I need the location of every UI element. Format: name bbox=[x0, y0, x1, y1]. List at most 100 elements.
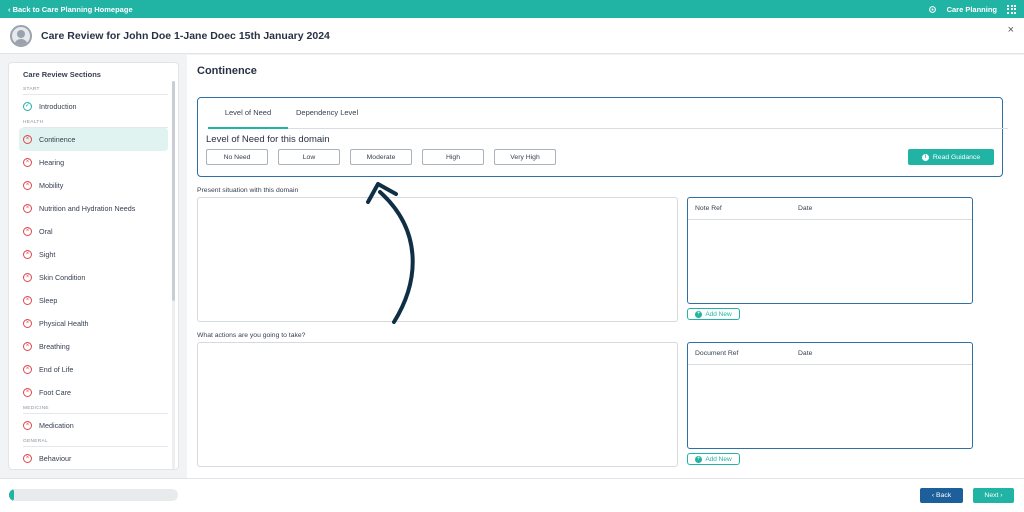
x-circle-icon: × bbox=[23, 273, 32, 282]
progress-fill bbox=[9, 489, 15, 501]
sidebar-item-continence[interactable]: × Continence bbox=[19, 128, 168, 151]
page-title: Care Review for John Doe 1-Jane Doec 15t… bbox=[41, 29, 330, 42]
level-no-need-button[interactable]: No Need bbox=[206, 149, 268, 165]
x-circle-icon: × bbox=[23, 250, 32, 259]
sidebar-item-introduction[interactable]: ✓ Introduction bbox=[19, 95, 168, 118]
tab-level-of-need[interactable]: Level of Need bbox=[208, 106, 288, 129]
sidebar-item-label: Physical Health bbox=[39, 319, 89, 328]
note-ref-header: Note Ref bbox=[695, 205, 722, 212]
sidebar-item-label: Sleep bbox=[39, 296, 58, 305]
present-situation-textarea[interactable] bbox=[197, 197, 678, 322]
sidebar-item-label: Introduction bbox=[39, 102, 77, 111]
top-bar: ‹ Back to Care Planning Homepage Care Pl… bbox=[0, 0, 1024, 18]
section-head-health: HEALTH bbox=[23, 118, 168, 128]
sidebar-item-behaviour[interactable]: × Behaviour bbox=[19, 447, 168, 469]
tab-bar: Level of Need Dependency Level bbox=[208, 106, 1008, 129]
grid-icon[interactable] bbox=[1007, 4, 1016, 14]
sidebar-item-foot-care[interactable]: × Foot Care bbox=[19, 381, 168, 404]
level-moderate-button[interactable]: Moderate bbox=[350, 149, 412, 165]
read-guidance-label: Read Guidance bbox=[932, 153, 981, 161]
sidebar-item-end-of-life[interactable]: × End of Life bbox=[19, 358, 168, 381]
x-circle-icon: × bbox=[23, 319, 32, 328]
plus-icon: + bbox=[695, 310, 703, 318]
sidebar-item-label: Skin Condition bbox=[39, 273, 86, 282]
level-options: No Need Low Moderate High Very High bbox=[206, 149, 556, 165]
level-low-button[interactable]: Low bbox=[278, 149, 340, 165]
sidebar-item-label: Behaviour bbox=[39, 454, 72, 463]
footer: ‹ Back Next › bbox=[0, 478, 1024, 512]
actions-textarea[interactable] bbox=[197, 342, 678, 467]
tab-dependency-level[interactable]: Dependency Level bbox=[288, 106, 366, 129]
sidebar-title: Care Review Sections bbox=[23, 70, 101, 79]
close-icon[interactable]: × bbox=[1008, 24, 1014, 36]
add-document-label: Add New bbox=[705, 455, 732, 463]
sidebar-item-breathing[interactable]: × Breathing bbox=[19, 335, 168, 358]
sidebar-item-hearing[interactable]: × Hearing bbox=[19, 151, 168, 174]
avatar bbox=[10, 24, 32, 47]
x-circle-icon: × bbox=[23, 181, 32, 190]
sidebar: Care Review Sections START ✓ Introduction… bbox=[8, 62, 179, 470]
x-circle-icon: × bbox=[23, 388, 32, 397]
level-of-need-panel: Level of Need Dependency Level Level of … bbox=[197, 97, 1008, 177]
note-date-header: Date bbox=[798, 205, 813, 212]
sidebar-item-label: Foot Care bbox=[39, 388, 71, 397]
level-very-high-button[interactable]: Very High bbox=[494, 149, 556, 165]
sidebar-item-sight[interactable]: × Sight bbox=[19, 243, 168, 266]
sidebar-item-label: Hearing bbox=[39, 158, 65, 167]
gear-icon[interactable] bbox=[928, 5, 937, 14]
info-icon: i bbox=[921, 153, 929, 161]
sidebar-item-medication[interactable]: × Medication bbox=[19, 414, 168, 437]
x-circle-icon: × bbox=[23, 204, 32, 213]
section-head-general: GENERAL bbox=[23, 437, 168, 447]
sidebar-scrollbar[interactable] bbox=[172, 81, 175, 301]
x-circle-icon: × bbox=[23, 296, 32, 305]
section-head-start: START bbox=[23, 85, 168, 95]
notes-table: Note Ref Date bbox=[687, 197, 973, 304]
sidebar-item-label: Mobility bbox=[39, 181, 64, 190]
notes-table-header: Note Ref Date bbox=[688, 198, 972, 220]
progress-bar bbox=[9, 489, 178, 501]
present-situation-label: Present situation with this domain bbox=[197, 187, 299, 194]
add-document-button[interactable]: + Add New bbox=[687, 453, 740, 465]
app-name: Care Planning bbox=[946, 4, 997, 14]
sidebar-item-label: Breathing bbox=[39, 342, 70, 351]
sidebar-item-skin-condition[interactable]: × Skin Condition bbox=[19, 266, 168, 289]
x-circle-icon: × bbox=[23, 342, 32, 351]
sidebar-item-label: Nutrition and Hydration Needs bbox=[39, 204, 136, 213]
x-circle-icon: × bbox=[23, 365, 32, 374]
sidebar-item-label: Sight bbox=[39, 250, 56, 259]
x-circle-icon: × bbox=[23, 158, 32, 167]
section-head-medicine: MEDICINE bbox=[23, 404, 168, 414]
sidebar-item-nutrition[interactable]: × Nutrition and Hydration Needs bbox=[19, 197, 168, 220]
add-note-label: Add New bbox=[705, 310, 732, 318]
x-circle-icon: × bbox=[23, 454, 32, 463]
documents-table-header: Document Ref Date bbox=[688, 343, 972, 365]
sidebar-item-sleep[interactable]: × Sleep bbox=[19, 289, 168, 312]
actions-label: What actions are you going to take? bbox=[197, 332, 306, 339]
level-of-need-heading: Level of Need for this domain bbox=[206, 134, 330, 145]
annotation-arrow-icon bbox=[366, 182, 415, 324]
back-button[interactable]: ‹ Back bbox=[920, 488, 963, 503]
main-panel: Continence Level of Need Dependency Leve… bbox=[187, 55, 1024, 478]
back-to-homepage-link[interactable]: ‹ Back to Care Planning Homepage bbox=[8, 5, 133, 14]
sidebar-item-physical-health[interactable]: × Physical Health bbox=[19, 312, 168, 335]
check-circle-icon: ✓ bbox=[23, 102, 32, 111]
read-guidance-button[interactable]: i Read Guidance bbox=[908, 149, 994, 165]
level-high-button[interactable]: High bbox=[422, 149, 484, 165]
x-circle-icon: × bbox=[23, 135, 32, 144]
sidebar-item-label: Continence bbox=[39, 135, 76, 144]
documents-table: Document Ref Date bbox=[687, 342, 973, 449]
next-button[interactable]: Next › bbox=[973, 488, 1014, 503]
x-circle-icon: × bbox=[23, 227, 32, 236]
add-note-button[interactable]: + Add New bbox=[687, 308, 740, 320]
sidebar-item-label: Medication bbox=[39, 421, 74, 430]
sidebar-item-oral[interactable]: × Oral bbox=[19, 220, 168, 243]
page-header: Care Review for John Doe 1-Jane Doec 15t… bbox=[0, 18, 1024, 54]
sidebar-item-label: End of Life bbox=[39, 365, 74, 374]
section-title: Continence bbox=[197, 65, 257, 77]
x-circle-icon: × bbox=[23, 421, 32, 430]
plus-icon: + bbox=[695, 455, 703, 463]
document-date-header: Date bbox=[798, 350, 813, 357]
sidebar-item-mobility[interactable]: × Mobility bbox=[19, 174, 168, 197]
document-ref-header: Document Ref bbox=[695, 350, 739, 357]
